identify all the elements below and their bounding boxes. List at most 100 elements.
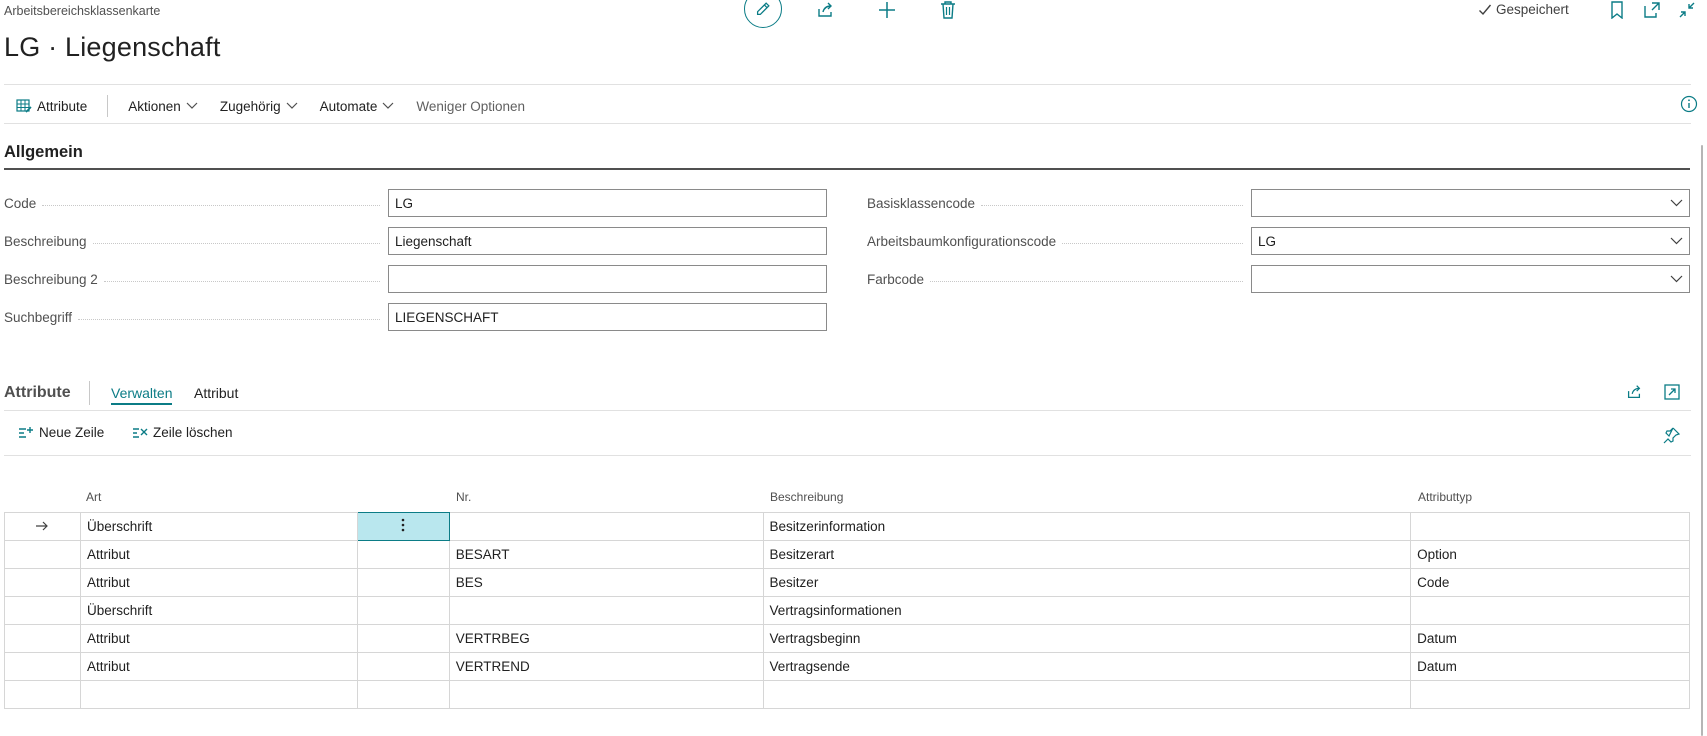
beschreibung-2-input[interactable] — [388, 265, 827, 293]
suchbegriff-input[interactable]: LIEGENSCHAFT — [388, 303, 827, 331]
table-edit-icon — [16, 98, 32, 114]
cell-beschreibung[interactable]: Besitzerinformation — [762, 512, 1412, 541]
arbeitsbaumkonfigurationscode-select[interactable]: LG — [1251, 227, 1690, 255]
cell-art[interactable]: Attribut — [79, 540, 358, 569]
column-header-attributtyp[interactable]: Attributtyp — [1418, 490, 1472, 504]
cell-nr[interactable] — [448, 512, 764, 541]
chevron-down-icon — [382, 102, 394, 110]
action-bar: Attribute Aktionen Zugehörig Automate We… — [4, 88, 547, 124]
cell-nr[interactable]: BESART — [448, 540, 764, 569]
cell-attributtyp[interactable]: Datum — [1410, 652, 1690, 681]
bookmark-button[interactable] — [1609, 1, 1625, 19]
page-scrollbar[interactable] — [1701, 145, 1703, 736]
cell-art[interactable]: Überschrift — [79, 596, 358, 625]
cell-beschreibung[interactable] — [762, 680, 1412, 709]
cell-art[interactable]: Attribut — [79, 624, 358, 653]
row-indicator — [4, 680, 81, 709]
row-menu-cell[interactable] — [356, 596, 450, 625]
subpage-title[interactable]: Attribute — [4, 384, 71, 402]
open-new-window-button[interactable] — [1643, 1, 1661, 19]
cell-nr[interactable] — [448, 596, 764, 625]
cell-attributtyp[interactable] — [1410, 512, 1690, 541]
cell-beschreibung[interactable]: Vertragsinformationen — [762, 596, 1412, 625]
cell-nr[interactable]: VERTREND — [448, 652, 764, 681]
subpage-expand-button[interactable] — [1663, 383, 1681, 401]
row-indicator — [4, 512, 81, 541]
table-row[interactable]: Überschrift Vertragsinformationen — [4, 596, 1690, 625]
delete-button[interactable] — [939, 0, 957, 20]
row-menu-cell[interactable] — [356, 652, 450, 681]
row-menu-cell[interactable] — [356, 568, 450, 597]
cell-beschreibung[interactable]: Vertragsende — [762, 652, 1412, 681]
cell-nr[interactable] — [448, 680, 764, 709]
row-menu-cell[interactable] — [356, 512, 450, 541]
automate-label: Automate — [319, 98, 378, 114]
column-header-beschreibung[interactable]: Beschreibung — [770, 490, 843, 504]
farbcode-select[interactable] — [1251, 265, 1690, 293]
cell-art[interactable]: Attribut — [79, 568, 358, 597]
cell-attributtyp[interactable]: Option — [1410, 540, 1690, 569]
table-row[interactable]: Attribut BESART Besitzerart Option — [4, 540, 1690, 569]
code-input[interactable]: LG — [388, 189, 827, 217]
cell-attributtyp[interactable] — [1410, 596, 1690, 625]
leader-dots — [1062, 242, 1243, 244]
new-line-label: Neue Zeile — [39, 425, 105, 440]
cell-beschreibung[interactable]: Besitzerart — [762, 540, 1412, 569]
table-row-empty[interactable] — [4, 680, 1690, 709]
label-text: Arbeitsbaumkonfigurationscode — [867, 233, 1057, 249]
collapse-button[interactable] — [1678, 1, 1696, 19]
cell-art[interactable] — [79, 680, 358, 709]
basisklassencode-select[interactable] — [1251, 189, 1690, 217]
expand-icon — [1664, 384, 1680, 400]
trash-icon — [941, 1, 955, 19]
pin-icon — [1663, 427, 1681, 444]
field-label-suchbegriff: Suchbegriff — [4, 303, 386, 331]
column-header-nr[interactable]: Nr. — [456, 490, 471, 504]
arrow-right-icon — [35, 521, 49, 531]
row-menu-cell[interactable] — [356, 624, 450, 653]
open-new-window-icon — [1644, 2, 1660, 18]
zugehoerig-menu[interactable]: Zugehörig — [220, 99, 298, 114]
table-row[interactable]: Attribut VERTREND Vertragsende Datum — [4, 652, 1690, 681]
table-row[interactable]: Attribut VERTRBEG Vertragsbeginn Datum — [4, 624, 1690, 653]
row-menu-cell[interactable] — [356, 540, 450, 569]
subpage-share-button[interactable] — [1625, 383, 1643, 401]
section-title-allgemein[interactable]: Allgemein — [4, 143, 83, 162]
action-separator — [107, 95, 109, 117]
table-row[interactable]: Überschrift Besitzerinformation — [4, 512, 1690, 541]
tab-verwalten[interactable]: Verwalten — [111, 385, 173, 405]
cell-art[interactable]: Überschrift — [79, 512, 358, 541]
delete-line-button[interactable]: Zeile löschen — [132, 425, 233, 440]
row-menu-cell[interactable] — [356, 680, 450, 709]
cell-attributtyp[interactable]: Datum — [1410, 624, 1690, 653]
edit-button[interactable] — [744, 0, 782, 28]
pencil-icon — [754, 0, 772, 18]
row-indicator — [4, 624, 81, 653]
field-label-code: Code — [4, 189, 386, 217]
new-button[interactable] — [877, 0, 897, 20]
cell-attributtyp[interactable]: Code — [1410, 568, 1690, 597]
new-line-button[interactable]: Neue Zeile — [18, 425, 104, 440]
cell-beschreibung[interactable]: Vertragsbeginn — [762, 624, 1412, 653]
table-row[interactable]: Attribut BES Besitzer Code — [4, 568, 1690, 597]
chevron-down-icon — [1670, 199, 1683, 207]
cell-art[interactable]: Attribut — [79, 652, 358, 681]
header-divider — [4, 84, 1691, 85]
cell-nr[interactable]: VERTRBEG — [448, 624, 764, 653]
cell-beschreibung[interactable]: Besitzer — [762, 568, 1412, 597]
aktionen-menu[interactable]: Aktionen — [128, 99, 198, 114]
attribute-action[interactable]: Attribute — [16, 98, 87, 114]
automate-menu[interactable]: Automate — [320, 99, 395, 114]
leader-dots — [92, 242, 380, 244]
info-button[interactable] — [1680, 95, 1698, 113]
line-actions-divider — [4, 455, 1691, 456]
share-icon — [818, 2, 832, 17]
beschreibung-input[interactable]: Liegenschaft — [388, 227, 827, 255]
column-header-art[interactable]: Art — [86, 490, 101, 504]
cell-attributtyp[interactable] — [1410, 680, 1690, 709]
fewer-options-button[interactable]: Weniger Optionen — [416, 99, 525, 114]
share-button[interactable] — [815, 0, 835, 20]
pin-button[interactable] — [1663, 426, 1681, 444]
cell-nr[interactable]: BES — [448, 568, 764, 597]
tab-attribut[interactable]: Attribut — [194, 385, 238, 401]
